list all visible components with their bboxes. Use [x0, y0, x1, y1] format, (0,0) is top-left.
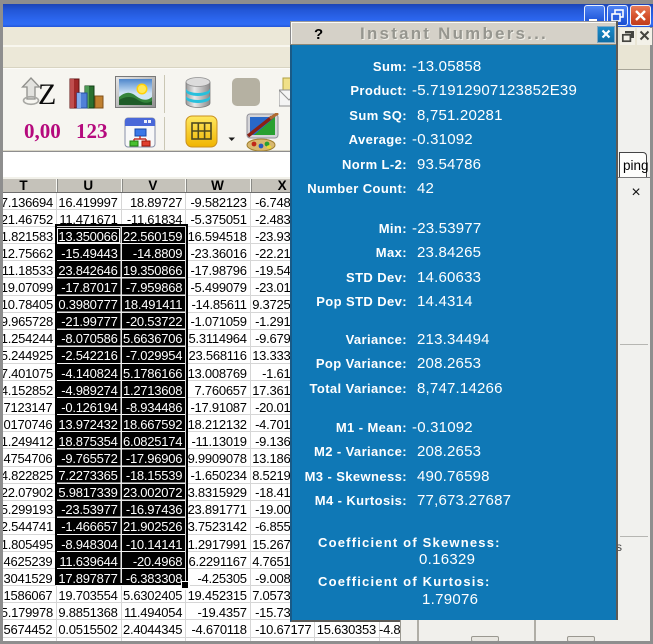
- svg-text:Z: Z: [38, 78, 56, 107]
